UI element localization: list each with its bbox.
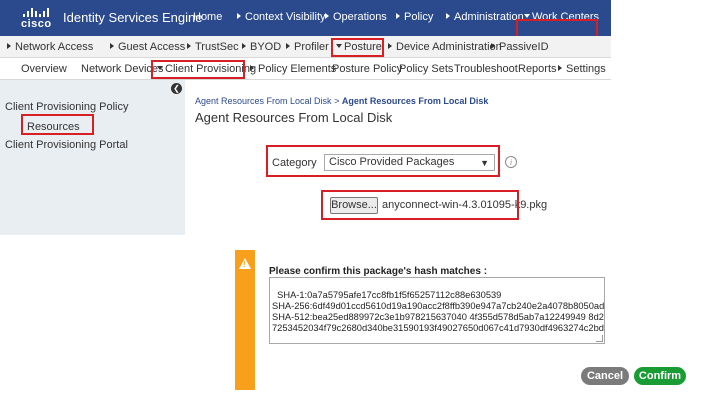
nav-home[interactable]: Home xyxy=(193,11,222,23)
nav-administration[interactable]: Administration xyxy=(446,11,524,23)
chevron-right-icon xyxy=(446,13,450,19)
confirm-button[interactable]: Confirm xyxy=(634,367,686,385)
chevron-down-icon xyxy=(524,14,530,18)
warning-icon: ! xyxy=(239,258,251,269)
highlight-posture xyxy=(331,38,384,57)
chevron-right-icon xyxy=(7,43,11,49)
chevron-right-icon xyxy=(237,13,241,19)
sidebar-item-client-provisioning-portal[interactable]: Client Provisioning Portal xyxy=(5,139,128,151)
highlight-client-provisioning xyxy=(151,60,245,79)
subnav-trustsec[interactable]: TrustSec xyxy=(187,41,239,53)
app-title: Identity Services Engine xyxy=(63,10,203,25)
chevron-right-icon xyxy=(250,65,254,71)
chevron-right-icon xyxy=(491,43,495,49)
collapse-sidebar-icon[interactable]: ❮ xyxy=(171,83,182,94)
nav-policy[interactable]: Policy xyxy=(396,11,433,23)
subnav-guest-access[interactable]: Guest Access xyxy=(110,41,185,53)
breadcrumb-separator: > xyxy=(334,96,340,106)
cancel-button[interactable]: Cancel xyxy=(581,367,629,385)
nav-operations[interactable]: Operations xyxy=(325,11,387,23)
confirm-hash-title: Please confirm this package's hash match… xyxy=(269,266,488,277)
chevron-right-icon xyxy=(388,43,392,49)
info-icon[interactable]: i xyxy=(505,156,517,168)
chevron-right-icon xyxy=(187,43,191,49)
subnav-passiveid[interactable]: PassiveID xyxy=(491,41,549,53)
tab-nav: Overview Network Devices Client Provisio… xyxy=(0,58,611,80)
tab-reports[interactable]: Reports xyxy=(518,63,557,75)
highlight-category xyxy=(266,145,500,177)
cisco-logo: cisco xyxy=(20,6,51,30)
chevron-right-icon xyxy=(325,13,329,19)
tab-settings[interactable]: Settings xyxy=(558,63,606,75)
hash-values: SHA-1:0a7a5795afe17cc8fb1f5f65257112c88e… xyxy=(272,290,605,333)
chevron-right-icon xyxy=(242,43,246,49)
subnav-device-administration[interactable]: Device Administration xyxy=(388,41,502,53)
tab-troubleshoot[interactable]: Troubleshoot xyxy=(454,63,518,75)
page-title: Agent Resources From Local Disk xyxy=(195,110,393,125)
subnav-profiler[interactable]: Profiler xyxy=(286,41,329,53)
chevron-right-icon xyxy=(558,65,562,71)
highlight-file xyxy=(321,190,519,220)
chevron-right-icon xyxy=(110,43,114,49)
hash-textarea[interactable]: SHA-1:0a7a5795afe17cc8fb1f5f65257112c88e… xyxy=(269,277,605,344)
sidebar-item-client-provisioning-policy[interactable]: Client Provisioning Policy xyxy=(5,101,129,113)
tab-policy-sets[interactable]: Policy Sets xyxy=(399,63,453,75)
subnav-network-access[interactable]: Network Access xyxy=(7,41,93,53)
breadcrumb-parent-link[interactable]: Agent Resources From Local Disk xyxy=(195,96,332,106)
tab-overview[interactable]: Overview xyxy=(21,63,67,75)
breadcrumb: Agent Resources From Local Disk > Agent … xyxy=(195,96,488,106)
warning-strip xyxy=(235,250,255,390)
subnav-byod[interactable]: BYOD xyxy=(242,41,281,53)
tab-posture-policy[interactable]: Posture Policy xyxy=(332,63,402,75)
resize-handle-icon[interactable] xyxy=(596,335,603,342)
sub-nav: Network Access Guest Access TrustSec BYO… xyxy=(0,36,611,58)
chevron-right-icon xyxy=(396,13,400,19)
highlight-resources xyxy=(21,114,94,135)
nav-context-visibility[interactable]: Context Visibility xyxy=(237,11,326,23)
chevron-right-icon xyxy=(286,43,290,49)
tab-policy-elements[interactable]: Policy Elements xyxy=(250,63,336,75)
breadcrumb-current: Agent Resources From Local Disk xyxy=(341,96,489,106)
